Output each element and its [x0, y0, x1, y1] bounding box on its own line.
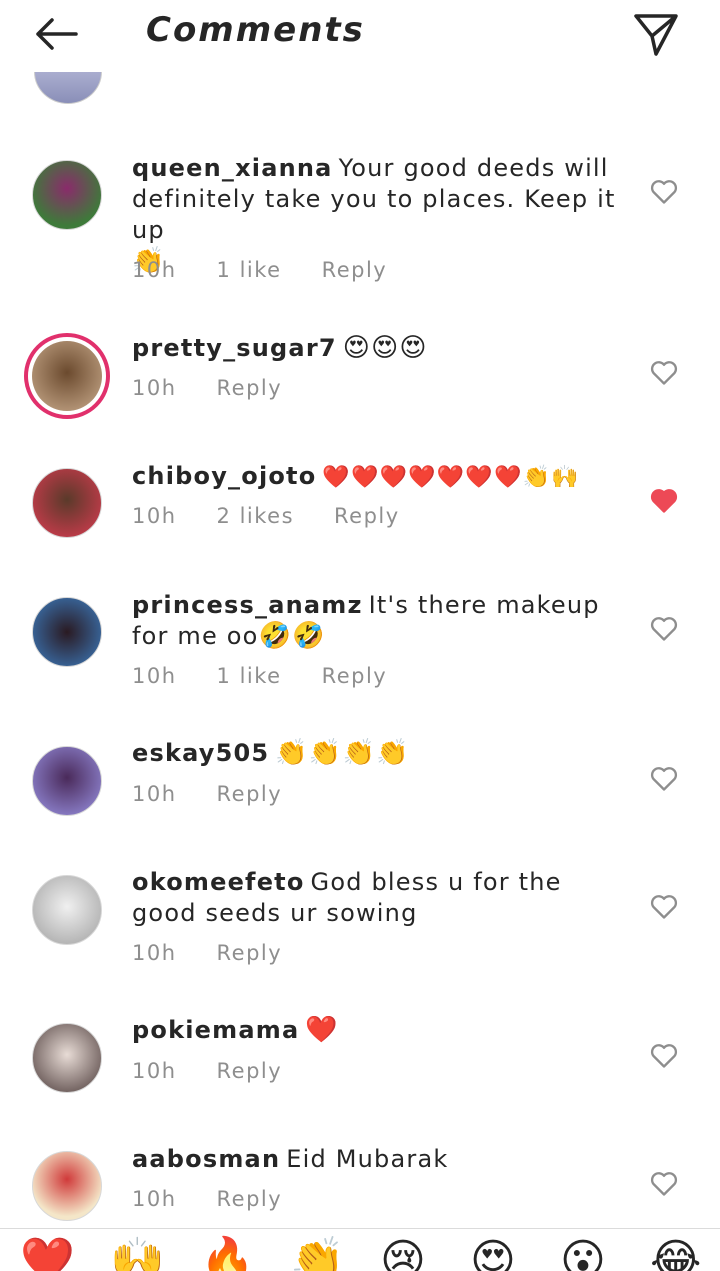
comment-likes[interactable]: 1 like: [217, 664, 282, 688]
comment-body: aabosman Eid Mubarak: [132, 1144, 632, 1175]
comment-username[interactable]: pretty_sugar7: [132, 334, 337, 362]
heart-outline-icon: [650, 180, 678, 204]
avatar[interactable]: [32, 160, 102, 230]
heart-filled-icon: [650, 489, 678, 513]
avatar[interactable]: [24, 333, 110, 419]
comments-list[interactable]: queen_xianna Your good deeds will definit…: [0, 0, 720, 1228]
reply-button[interactable]: Reply: [217, 941, 283, 965]
comment-time: 10h: [132, 782, 177, 806]
comment-time: 10h: [132, 664, 177, 688]
comment-time: 10h: [132, 1059, 177, 1083]
reaction-heart[interactable]: ❤️: [20, 1239, 75, 1271]
reaction-clap[interactable]: 👏: [290, 1239, 345, 1271]
like-button[interactable]: [650, 179, 678, 205]
comment-meta: 10h 1 like Reply: [132, 258, 387, 282]
comment-time: 10h: [132, 376, 177, 400]
reaction-surprised[interactable]: 😮: [560, 1239, 606, 1271]
comment-emoji: 😍😍😍: [342, 333, 428, 363]
reply-button[interactable]: Reply: [217, 376, 283, 400]
comment-body: pokiemama ❤️: [132, 1015, 632, 1046]
like-button[interactable]: [650, 360, 678, 386]
comment-meta: 10h Reply: [132, 782, 282, 806]
comment-username[interactable]: eskay505: [132, 739, 269, 767]
avatar[interactable]: [32, 597, 102, 667]
comment-body: pretty_sugar7 😍😍😍: [132, 333, 632, 364]
comment-meta: 10h Reply: [132, 1059, 282, 1083]
comment-likes[interactable]: 1 like: [217, 258, 282, 282]
reply-button[interactable]: Reply: [217, 1187, 283, 1211]
comment-meta: 10h 2 likes Reply: [132, 504, 400, 528]
heart-outline-icon: [650, 895, 678, 919]
like-button[interactable]: [650, 766, 678, 792]
paper-plane-icon: [634, 14, 678, 56]
reply-button[interactable]: Reply: [334, 504, 400, 528]
comment-time: 10h: [132, 1187, 177, 1211]
heart-outline-icon: [650, 767, 678, 791]
page-title: Comments: [146, 10, 365, 50]
comment-emoji: 🤣🤣: [258, 621, 326, 651]
comment-emoji: ❤️❤️❤️❤️❤️❤️❤️👏🙌: [322, 465, 580, 490]
heart-outline-icon: [650, 361, 678, 385]
reaction-heart-eyes[interactable]: 😍: [470, 1239, 516, 1271]
comment-body: okomeefeto God bless u for the good seeds…: [132, 867, 632, 929]
heart-outline-icon: [650, 617, 678, 641]
reaction-fire[interactable]: 🔥: [200, 1239, 255, 1271]
reply-button[interactable]: Reply: [217, 782, 283, 806]
reply-button[interactable]: Reply: [322, 258, 388, 282]
quick-reactions-bar: ❤️ 🙌 🔥 👏 😢 😍 😮 😂: [0, 1228, 720, 1271]
like-button[interactable]: [650, 1171, 678, 1197]
reaction-crying[interactable]: 😢: [380, 1239, 426, 1271]
reaction-raised-hands[interactable]: 🙌: [110, 1239, 165, 1271]
avatar[interactable]: [32, 875, 102, 945]
heart-outline-icon: [650, 1172, 678, 1196]
reply-button[interactable]: Reply: [217, 1059, 283, 1083]
arrow-left-icon: [36, 18, 78, 50]
avatar[interactable]: [32, 1151, 102, 1221]
like-button[interactable]: [650, 488, 678, 514]
comment-likes[interactable]: 2 likes: [217, 504, 294, 528]
comment-username[interactable]: chiboy_ojoto: [132, 462, 316, 490]
comment-body: chiboy_ojoto ❤️❤️❤️❤️❤️❤️❤️👏🙌: [132, 461, 652, 493]
comment-meta: 10h Reply: [132, 376, 282, 400]
reaction-laughing[interactable]: 😂: [650, 1239, 701, 1271]
comment-username[interactable]: okomeefeto: [132, 868, 305, 896]
avatar[interactable]: [32, 1023, 102, 1093]
comment-text: Eid Mubarak: [286, 1145, 449, 1173]
comment-meta: 10h Reply: [132, 941, 282, 965]
comment-username[interactable]: aabosman: [132, 1145, 280, 1173]
comment-username[interactable]: pokiemama: [132, 1016, 299, 1044]
share-button[interactable]: [630, 10, 682, 60]
avatar[interactable]: [32, 746, 102, 816]
like-button[interactable]: [650, 1043, 678, 1069]
back-button[interactable]: [30, 12, 82, 56]
comment-username[interactable]: queen_xianna: [132, 154, 333, 182]
reply-button[interactable]: Reply: [322, 664, 388, 688]
comment-body: eskay505 👏👏👏👏: [132, 738, 632, 769]
comment-time: 10h: [132, 941, 177, 965]
comment-emoji: 👏👏👏👏: [275, 738, 410, 768]
comment-username[interactable]: princess_anamz: [132, 591, 363, 619]
comment-body: princess_anamz It's there makeup for me o…: [132, 590, 632, 652]
avatar[interactable]: [32, 468, 102, 538]
comment-meta: 10h Reply: [132, 1187, 282, 1211]
like-button[interactable]: [650, 894, 678, 920]
comment-time: 10h: [132, 258, 177, 282]
top-bar: Comments: [0, 0, 720, 72]
comment-meta: 10h 1 like Reply: [132, 664, 387, 688]
comment-emoji: ❤️: [305, 1015, 339, 1045]
comment-time: 10h: [132, 504, 177, 528]
heart-outline-icon: [650, 1044, 678, 1068]
like-button[interactable]: [650, 616, 678, 642]
